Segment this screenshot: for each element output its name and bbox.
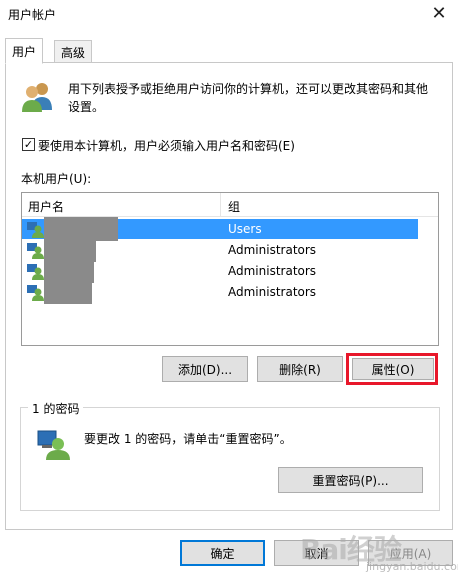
password-group-title: 1 的密码 xyxy=(28,400,84,417)
redacted-username xyxy=(44,280,92,304)
remove-button[interactable]: 删除(R) xyxy=(257,356,343,382)
group-cell: Administrators xyxy=(228,285,317,299)
reset-password-button[interactable]: 重置密码(P)... xyxy=(278,467,423,493)
table-row[interactable]: Administrators xyxy=(22,238,418,262)
user-icon xyxy=(27,222,44,238)
password-instruction: 要更改 1 的密码，请单击“重置密码”。 xyxy=(84,432,292,446)
user-icon xyxy=(27,243,44,259)
highlight-box xyxy=(346,353,438,385)
password-groupbox xyxy=(20,407,440,511)
list-header: 用户名 组 xyxy=(22,193,438,217)
group-cell: Administrators xyxy=(228,264,317,278)
users-listview[interactable]: 用户名 组 Users Administrators Administrator… xyxy=(21,192,439,346)
group-cell: Administrators xyxy=(228,243,317,257)
tab-users-label: 用户 xyxy=(12,44,37,59)
column-divider xyxy=(220,193,221,217)
users-list-label: 本机用户(U): xyxy=(21,172,92,186)
cancel-button[interactable]: 取消 xyxy=(274,540,359,566)
watermark-url: jingyan.baidu.com xyxy=(366,560,458,573)
require-password-checkbox[interactable]: ✓ xyxy=(22,138,35,151)
description-text: 用下列表授予或拒绝用户访问你的计算机，还可以更改其密码和其他设置。 xyxy=(68,82,429,114)
title-bar: 用户帐户 ✕ xyxy=(0,0,458,30)
users-icon xyxy=(22,83,52,112)
window-title: 用户帐户 xyxy=(8,8,57,22)
column-header-username[interactable]: 用户名 xyxy=(28,198,64,215)
table-row[interactable]: Users xyxy=(22,217,418,241)
add-button[interactable]: 添加(D)... xyxy=(162,356,248,382)
user-icon xyxy=(27,285,44,301)
group-cell: Users xyxy=(228,222,262,236)
table-row[interactable]: Administrators xyxy=(22,280,418,304)
tab-advanced-label: 高级 xyxy=(61,45,86,60)
ok-button[interactable]: 确定 xyxy=(180,540,265,566)
user-key-icon xyxy=(37,430,70,460)
require-password-label: 要使用本计算机，用户必须输入用户名和密码(E) xyxy=(38,139,295,153)
tab-advanced[interactable]: 高级 xyxy=(54,40,93,64)
table-row[interactable]: Administrators xyxy=(22,259,418,283)
user-icon xyxy=(27,264,44,280)
close-icon[interactable]: ✕ xyxy=(424,0,454,26)
column-header-group[interactable]: 组 xyxy=(228,198,240,215)
tab-users[interactable]: 用户 xyxy=(5,38,44,64)
